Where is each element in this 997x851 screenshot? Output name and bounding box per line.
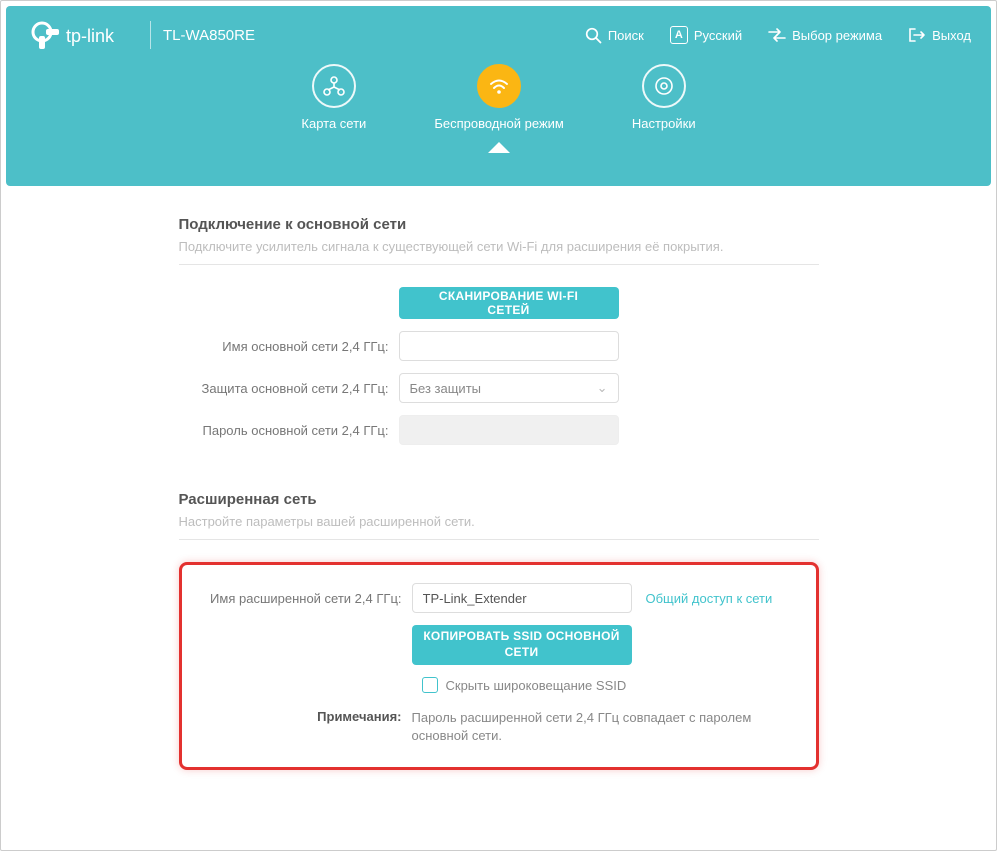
mode-label: Выбор режима [792,28,882,43]
tab-network-map[interactable]: Карта сети [301,64,366,131]
ext-section-subtitle: Настройте параметры вашей расширенной се… [179,514,819,529]
host-password-label: Пароль основной сети 2,4 ГГц: [179,423,399,438]
scan-wifi-button[interactable]: СКАНИРОВАНИЕ WI-FI СЕТЕЙ [399,287,619,319]
host-ssid-label: Имя основной сети 2,4 ГГц: [179,339,399,354]
chevron-down-icon: ⌄ [597,380,608,396]
copy-ssid-button[interactable]: КОПИРОВАТЬ SSID ОСНОВНОЙ СЕТИ [412,625,632,665]
search-label: Поиск [608,28,644,43]
network-map-icon [312,64,356,108]
tab-wireless[interactable]: Беспроводной режим [434,64,564,131]
wifi-icon [477,64,521,108]
ext-ssid-label: Имя расширенной сети 2,4 ГГц: [192,591,412,606]
language-icon: А [670,26,688,44]
logo-separator [150,21,151,49]
note-label: Примечания: [192,709,412,745]
brand-text: tp-link [66,26,115,46]
model-name: TL-WA850RE [163,27,255,44]
host-security-value: Без защиты [410,381,482,396]
tab-settings[interactable]: Настройки [632,64,696,131]
language-label: Русский [694,28,742,43]
logout-link[interactable]: Выход [908,27,971,43]
logout-label: Выход [932,28,971,43]
hide-ssid-label: Скрыть широковещание SSID [446,678,627,693]
mode-link[interactable]: Выбор режима [768,28,882,43]
share-network-link[interactable]: Общий доступ к сети [646,591,773,606]
highlight-box: Имя расширенной сети 2,4 ГГц: Общий дост… [179,562,819,770]
logout-icon [908,27,926,43]
tab-wireless-label: Беспроводной режим [434,116,564,131]
brand-logo: tp-link [28,18,138,52]
tab-network-map-label: Карта сети [301,116,366,131]
tab-settings-label: Настройки [632,116,696,131]
hide-ssid-checkbox[interactable] [422,677,438,693]
host-password-input [399,415,619,445]
host-security-select[interactable]: Без защиты ⌄ [399,373,619,403]
host-section-subtitle: Подключите усилитель сигнала к существую… [179,239,819,254]
note-text: Пароль расширенной сети 2,4 ГГц совпадае… [412,709,806,745]
ext-ssid-input[interactable] [412,583,632,613]
language-link[interactable]: А Русский [670,26,742,44]
host-section-title: Подключение к основной сети [179,216,819,233]
ext-section-title: Расширенная сеть [179,491,819,508]
search-link[interactable]: Поиск [585,27,644,44]
search-icon [585,27,602,44]
mode-icon [768,28,786,42]
host-security-label: Защита основной сети 2,4 ГГц: [179,381,399,396]
divider [179,539,819,540]
divider [179,264,819,265]
gear-icon [642,64,686,108]
host-ssid-input[interactable] [399,331,619,361]
